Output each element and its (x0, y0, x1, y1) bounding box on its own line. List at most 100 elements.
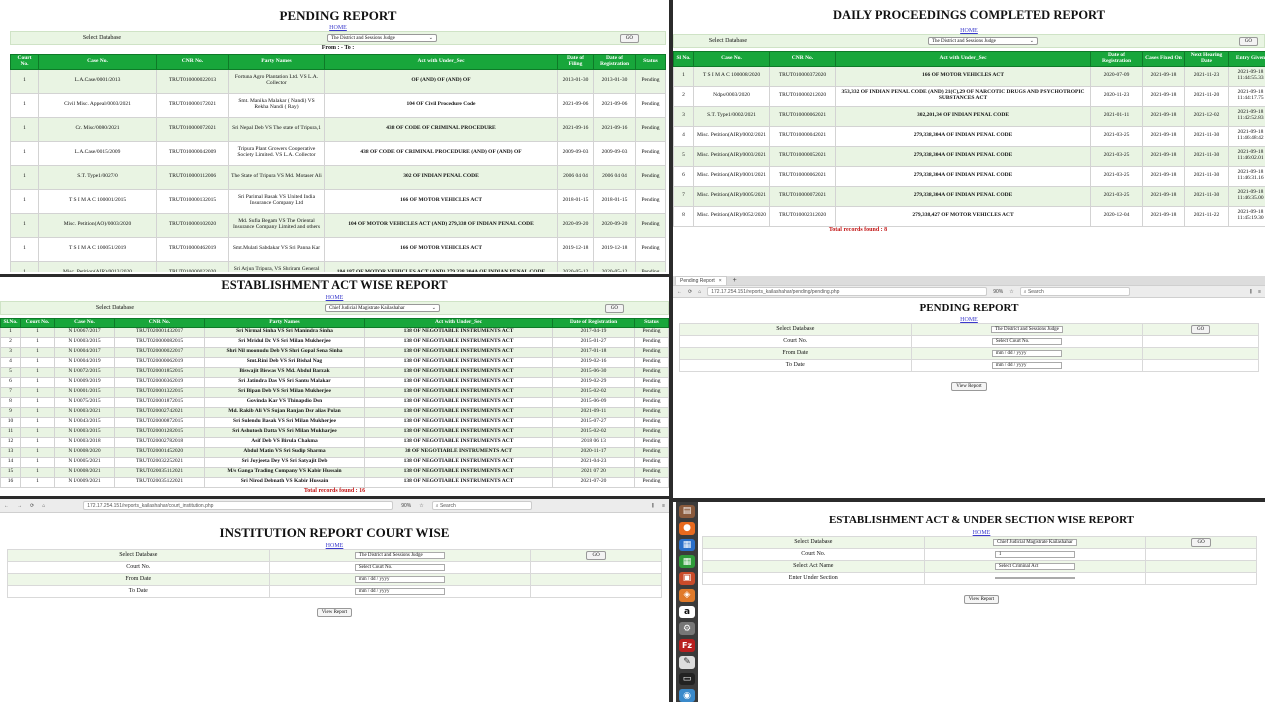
text-editor-icon[interactable]: ✎ (679, 655, 695, 669)
field-value: Select Court No. (358, 564, 393, 570)
table-cell: 1 (20, 466, 55, 478)
table-cell: 10 (0, 416, 21, 428)
table-cell: 2021-09-18 (1142, 185, 1185, 207)
field-input[interactable]: Select Court No. (991, 337, 1062, 346)
home-icon[interactable]: ⌂ (698, 289, 701, 295)
table-cell: N I/0043/2015 (54, 416, 115, 428)
col-status: Status (634, 318, 669, 328)
table-cell: TRUT010000372020 (769, 65, 836, 87)
software-center-icon[interactable]: ◈ (679, 588, 695, 602)
firefox-icon[interactable]: ● (679, 521, 695, 535)
reload-icon[interactable]: ⟳ (30, 503, 34, 509)
field-input[interactable] (994, 577, 1075, 580)
view-report-button[interactable]: View Report (963, 595, 1000, 604)
table-cell: TRUT010000042021 (769, 125, 836, 147)
select-database-dropdown[interactable]: Chief Judicial Magistrate Kailashahar (993, 538, 1077, 547)
filezilla-icon[interactable]: Fz (679, 639, 695, 652)
calc-icon[interactable]: ▦ (679, 555, 695, 568)
amazon-icon[interactable]: a (679, 605, 695, 619)
field-input[interactable]: mm / dd / yyyy (991, 361, 1062, 370)
table-cell: 138 OF NEGOTIABLE INSTRUMENTS ACT (364, 476, 553, 488)
go-button[interactable]: GO (1191, 538, 1211, 548)
close-icon[interactable]: × (719, 278, 722, 284)
page-title: ESTABLISHMENT ACT WISE REPORT (221, 278, 448, 292)
table-cell: 2021-09-18 11:42:52.83 (1228, 105, 1265, 127)
select-database-dropdown[interactable]: The District and Sessions Judge ⌄ (928, 37, 1038, 45)
table-row: 1 L.A.Case/0015/2009 TRUT010000042009 Tripu… (10, 140, 666, 166)
impress-icon[interactable]: ▣ (679, 572, 695, 585)
select-database-dropdown[interactable]: Chief Judicial Magistrate Kailashahar ⌄ (325, 304, 440, 312)
url-bar[interactable]: 172.17.254.151/reports_kailashahar/court… (83, 501, 394, 510)
table-cell: TRUT020001852015 (114, 366, 205, 378)
table-cell: 1 (0, 326, 21, 338)
select-database-row: Select Database The District and Session… (673, 34, 1265, 48)
col-sl-no: Sl No. (673, 51, 694, 67)
go-button[interactable]: GO (586, 551, 606, 561)
home-icon[interactable]: ⌂ (42, 503, 45, 509)
go-button[interactable]: GO (604, 303, 624, 313)
url-bar[interactable]: 172.17.254.151/reports_kailashahar/pendi… (707, 287, 988, 296)
go-button[interactable]: GO (1238, 36, 1258, 46)
menu-icon[interactable]: ≡ (1258, 289, 1261, 295)
library-icon[interactable]: ⫼ (1250, 289, 1252, 295)
tab-title: Pending Report (680, 278, 715, 284)
select-database-dropdown[interactable]: The District and Sessions Judge (990, 325, 1063, 334)
bookmark-star-icon[interactable]: ☆ (419, 503, 423, 509)
search-input[interactable]: ⌕ Search (1019, 287, 1130, 296)
table-cell: 2020-05-12 (593, 260, 636, 272)
field-input[interactable]: Select Court No. (354, 563, 445, 572)
back-icon[interactable]: ← (4, 503, 9, 509)
table-cell: N I/0003/2018 (54, 436, 115, 448)
field-input[interactable]: 1 (994, 550, 1075, 559)
field-input[interactable]: mm / dd / yyyy (354, 587, 445, 596)
search-input[interactable]: ⌕ Search (431, 501, 532, 510)
table-cell: Misc. Petition(AIR)/0052/2020 (693, 205, 770, 227)
field-value: Chief Judicial Magistrate Kailashahar (997, 539, 1073, 545)
table-cell: TRUT020035112021 (114, 466, 205, 478)
report-form: Select Database The District and Sessions… (679, 323, 1259, 372)
table-cell: TRUT010000052021 (769, 145, 836, 167)
go-button[interactable]: GO (1190, 325, 1211, 335)
table-cell: Sri Joyjeeta Dey VS Sri Satyajit Deb (204, 456, 365, 468)
table-cell: Pending (635, 260, 666, 272)
view-report-button[interactable]: View Report (951, 382, 987, 391)
reload-icon[interactable]: ⟳ (688, 289, 692, 295)
browser-tab[interactable]: Pending Report × (675, 276, 727, 285)
table-cell: Pending (635, 92, 666, 118)
files-icon[interactable]: ▤ (679, 505, 695, 518)
table-row: 11N I/0067/2017 TRUT020001432017 Sri Nirma… (0, 326, 669, 338)
page-title: PENDING REPORT (919, 302, 1019, 314)
select-database-dropdown[interactable]: The District and Sessions Judge (354, 551, 445, 560)
table-row: 3 S.T. Type1/0002/2021 TRUT010000062021 302… (673, 105, 1265, 127)
field-value: Select Court No. (995, 338, 1030, 344)
report-form: Select Database The District and Sessions… (7, 549, 662, 598)
go-button[interactable]: GO (619, 33, 639, 43)
library-icon[interactable]: ⫼ (652, 503, 654, 509)
col-party-names: Party Names (204, 318, 365, 328)
table-cell: 1 (10, 116, 39, 142)
table-cell: 2015-02-02 (552, 386, 635, 398)
table-cell: T S I M A C 100008/2020 (693, 65, 770, 87)
table-cell: Sri Parimal Basak VS United India Insura… (228, 188, 325, 214)
settings-icon[interactable]: ⚙ (679, 622, 695, 635)
view-report-button[interactable]: View Report (316, 608, 353, 617)
back-icon[interactable]: ← (677, 289, 682, 295)
field-input[interactable]: Select Criminal Act (994, 562, 1075, 571)
new-tab-button[interactable]: + (733, 277, 737, 284)
report-form: Select Database Chief Judicial Magistrate… (702, 536, 1257, 585)
screenshot-icon[interactable]: ◉ (679, 689, 695, 702)
total-records: Total records found : 8 (828, 226, 888, 233)
field-value: The District and Sessions Judge (358, 552, 423, 558)
table-cell: Misc. Petition(AIR)/0002/2021 (693, 125, 770, 147)
table-cell: 2021-11-30 (1184, 125, 1229, 147)
field-input[interactable]: mm / dd / yyyy (991, 349, 1062, 358)
terminal-icon[interactable]: ▭ (679, 672, 695, 686)
writer-icon[interactable]: ▦ (679, 538, 695, 552)
forward-icon[interactable]: → (17, 503, 22, 509)
table-cell: TRUT020001322015 (114, 386, 205, 398)
select-database-dropdown[interactable]: The District and Sessions Judge ⌄ (327, 34, 437, 42)
bookmark-star-icon[interactable]: ☆ (1009, 289, 1013, 295)
menu-icon[interactable]: ≡ (662, 503, 665, 509)
field-input[interactable]: mm / dd / yyyy (354, 575, 445, 584)
field-label: Select Database (119, 552, 158, 559)
